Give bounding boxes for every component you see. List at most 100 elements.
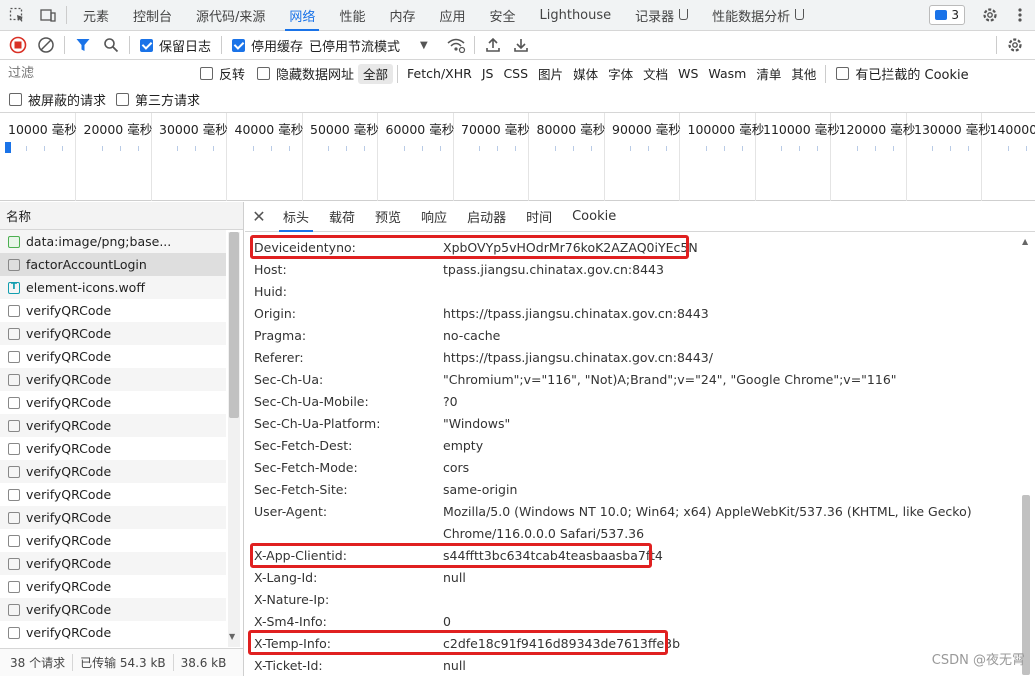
devtools-tab[interactable]: 控制台 <box>121 0 184 31</box>
devtools-tab[interactable]: Lighthouse <box>528 0 624 31</box>
gear-icon[interactable] <box>975 0 1005 31</box>
import-har-icon[interactable] <box>479 31 507 59</box>
request-row[interactable]: verifyQRCode <box>0 506 226 529</box>
timeline-activity-mark <box>252 146 254 151</box>
headers-scrollbar[interactable]: ▲ <box>1019 235 1033 676</box>
request-name: verifyQRCode <box>26 349 112 364</box>
header-name: X-Lang-Id: <box>254 569 318 585</box>
request-header-row: Origin: https://tpass.jiangsu.chinatax.go… <box>254 302 709 324</box>
devtools-tab[interactable]: 记录器 <box>623 0 700 31</box>
detail-tab[interactable]: 启动器 <box>457 202 516 232</box>
request-header-row: User-Agent: Mozilla/5.0 (Windows NT 10.0;… <box>254 500 972 522</box>
document-file-icon <box>8 350 20 363</box>
network-conditions-icon[interactable] <box>442 31 470 59</box>
request-row[interactable]: verifyQRCode <box>0 621 226 644</box>
inspect-element-icon[interactable] <box>0 0 34 31</box>
checkbox-checked-icon <box>140 38 153 52</box>
third-party-label: 第三方请求 <box>135 94 201 109</box>
filter-input[interactable] <box>4 63 188 84</box>
request-name: verifyQRCode <box>26 464 112 479</box>
detail-tab[interactable]: 载荷 <box>319 202 365 232</box>
timeline-overview[interactable]: 10000 毫秒 20000 毫秒 30000 毫秒 40000 毫秒 50000 毫秒… <box>0 113 1035 201</box>
filter-type-chip[interactable]: Fetch/XHR <box>402 66 477 81</box>
detail-tab[interactable]: Cookie <box>562 202 626 232</box>
export-har-icon[interactable] <box>507 31 535 59</box>
request-row[interactable]: verifyQRCode <box>0 322 226 345</box>
header-value: "Windows" <box>443 415 511 431</box>
filter-type-chip[interactable]: 全部 <box>358 63 394 84</box>
hide-data-urls-checkbox[interactable]: 隐藏数据网址 <box>257 64 354 83</box>
devtools-tab[interactable]: 应用 <box>427 0 477 31</box>
filter-type-chip[interactable]: 媒体 <box>568 64 603 83</box>
header-name: Sec-Fetch-Mode: <box>254 459 358 475</box>
timeline-activity-mark <box>968 146 969 151</box>
devtools-tab[interactable]: 源代码/来源 <box>184 0 277 31</box>
filter-type-chip[interactable]: CSS <box>498 66 533 81</box>
scroll-up-icon[interactable]: ▲ <box>1022 237 1028 246</box>
devtools-tab[interactable]: 安全 <box>477 0 527 31</box>
request-row[interactable]: verifyQRCode <box>0 368 226 391</box>
search-icon[interactable] <box>97 31 125 59</box>
scroll-down-icon[interactable]: ▼ <box>229 632 235 641</box>
record-stop-icon[interactable] <box>4 31 32 59</box>
request-row[interactable]: verifyQRCode <box>0 483 226 506</box>
devtools-tab[interactable]: 内存 <box>377 0 427 31</box>
request-row[interactable]: verifyQRCode <box>0 414 226 437</box>
timeline-activity-mark <box>213 146 214 151</box>
filter-type-chip[interactable]: 图片 <box>533 64 568 83</box>
request-row[interactable]: verifyQRCode <box>0 575 226 598</box>
request-row[interactable]: verifyQRCode <box>0 598 226 621</box>
timeline-activity-mark <box>666 146 667 151</box>
devtools-tab[interactable]: 性能数据分析 <box>700 0 816 31</box>
request-row[interactable]: verifyQRCode <box>0 299 226 322</box>
request-row[interactable]: factorAccountLogin <box>0 253 226 276</box>
filter-type-chip[interactable]: 文档 <box>638 64 673 83</box>
detail-tab[interactable]: 响应 <box>411 202 457 232</box>
timeline-activity-mark <box>950 146 951 151</box>
clear-icon[interactable] <box>32 31 60 59</box>
preserve-log-checkbox[interactable]: 保留日志 <box>140 36 211 55</box>
timeline-activity-mark <box>26 146 27 151</box>
filter-icon[interactable] <box>69 31 97 59</box>
preserve-log-label: 保留日志 <box>159 39 212 55</box>
devtools-tabstrip: 元素 控制台 源代码/来源 网络 性能 内存 应用 安全 Lighthouse 记录器 性能数据分析… <box>0 0 1035 31</box>
disable-cache-checkbox[interactable]: 停用缓存 <box>232 36 303 55</box>
blocked-requests-checkbox[interactable]: 被屏蔽的请求 <box>9 90 106 109</box>
filter-type-chip[interactable]: 清单 <box>751 64 786 83</box>
checkbox-checked-icon <box>232 38 246 52</box>
name-column-header[interactable]: 名称 <box>0 202 243 230</box>
request-row[interactable]: verifyQRCode <box>0 460 226 483</box>
header-value: cors <box>443 459 470 475</box>
request-row[interactable]: data:image/png;base... <box>0 230 226 253</box>
devtools-tab[interactable]: 网络 <box>277 0 327 31</box>
network-settings-gear-icon[interactable] <box>1001 31 1029 59</box>
filter-type-chip[interactable]: 其他 <box>786 64 821 83</box>
filter-type-chip[interactable]: Wasm <box>703 66 751 81</box>
request-row[interactable]: verifyQRCode <box>0 552 226 575</box>
request-row[interactable]: verifyQRCode <box>0 391 226 414</box>
request-row[interactable]: verifyQRCode <box>0 437 226 460</box>
detail-tab[interactable]: 预览 <box>365 202 411 232</box>
device-toolbar-icon[interactable] <box>34 0 62 31</box>
request-row[interactable]: Telement-icons.woff <box>0 276 226 299</box>
detail-tab[interactable]: 时间 <box>516 202 562 232</box>
blocked-cookies-checkbox[interactable]: 有已拦截的 Cookie <box>836 64 969 83</box>
throttling-select[interactable]: 已停用节流模式 ▼ <box>309 36 428 55</box>
filter-type-chip[interactable]: WS <box>673 66 703 81</box>
header-value: Mozilla/5.0 (Windows NT 10.0; Win64; x64… <box>443 503 972 519</box>
request-list-scrollbar[interactable] <box>228 232 240 647</box>
third-party-checkbox[interactable]: 第三方请求 <box>116 90 200 109</box>
more-options-icon[interactable] <box>1005 0 1035 31</box>
filter-type-chip[interactable]: JS <box>477 66 499 81</box>
devtools-tab[interactable]: 性能 <box>327 0 377 31</box>
close-icon[interactable]: ✕ <box>245 202 273 232</box>
timeline-tick-label: 10000 毫秒 <box>8 122 77 137</box>
filter-type-chip[interactable]: 字体 <box>603 64 638 83</box>
detail-tab[interactable]: 标头 <box>273 202 319 232</box>
issues-badge[interactable]: 3 <box>929 5 965 25</box>
request-row[interactable]: verifyQRCode <box>0 345 226 368</box>
timeline-activity-mark <box>874 146 876 151</box>
invert-checkbox[interactable]: 反转 <box>200 64 245 83</box>
devtools-tab[interactable]: 元素 <box>71 0 121 31</box>
request-row[interactable]: verifyQRCode <box>0 529 226 552</box>
